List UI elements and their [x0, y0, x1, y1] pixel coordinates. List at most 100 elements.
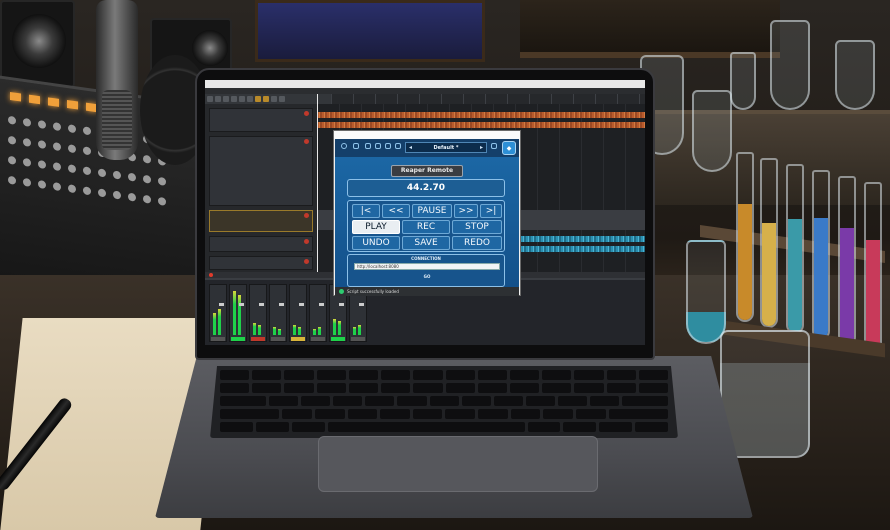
save-preset-icon[interactable] — [491, 143, 497, 149]
go-to-start-button[interactable]: |< — [352, 204, 380, 218]
timeline-ruler[interactable] — [331, 94, 645, 104]
blue-flask — [686, 240, 726, 344]
fader-handle[interactable] — [219, 303, 224, 306]
toolbar-icon[interactable] — [263, 96, 269, 102]
toolbar-icon[interactable] — [255, 96, 261, 102]
plugin-statusbar: Script successfully loaded — [335, 287, 519, 296]
redo-icon[interactable] — [375, 143, 381, 149]
toolbar-icon[interactable] — [247, 96, 253, 102]
connection-panel: CONNECTION http://localhost:8080 GO — [347, 254, 505, 287]
settings-icon[interactable] — [353, 143, 359, 149]
mixer-strip[interactable] — [229, 284, 247, 342]
plugin-logo-icon: ◆ — [502, 141, 516, 155]
mixer-strip[interactable] — [289, 284, 307, 342]
track-header[interactable] — [209, 210, 313, 232]
audio-item[interactable] — [317, 112, 645, 118]
daw-titlebar — [205, 80, 645, 88]
rewind-button[interactable]: << — [382, 204, 410, 218]
daw-toolbar — [205, 94, 331, 104]
track-header[interactable] — [209, 136, 313, 206]
record-indicator-icon — [209, 273, 213, 277]
audio-item[interactable] — [521, 246, 645, 252]
track-control-panel — [205, 104, 317, 272]
plugin-toolbar: ◂ Default * ▸ ◆ — [335, 139, 519, 157]
go-to-end-button[interactable]: >| — [480, 204, 502, 218]
toolbar-icon[interactable] — [279, 96, 285, 102]
fader-handle[interactable] — [239, 303, 244, 306]
toolbar-icon[interactable] — [207, 96, 213, 102]
water-beaker — [720, 330, 810, 458]
plugin-titlebar[interactable] — [334, 131, 520, 139]
record-arm-icon[interactable] — [304, 239, 309, 244]
toolbar-icon[interactable] — [271, 96, 277, 102]
studio-microphone — [96, 0, 138, 160]
mixer-strip[interactable] — [269, 284, 287, 342]
fader-handle[interactable] — [339, 303, 344, 306]
connect-button[interactable]: GO — [414, 273, 440, 281]
mixer-strip[interactable] — [209, 284, 227, 342]
preset-name: Default * — [433, 145, 459, 151]
undo-icon[interactable] — [365, 143, 371, 149]
erlenmeyer-flask — [770, 20, 810, 110]
fader-handle[interactable] — [319, 303, 324, 306]
save-button[interactable]: SAVE — [402, 236, 450, 250]
panel-title: Reaper Remote — [391, 165, 463, 177]
record-arm-icon[interactable] — [304, 139, 309, 144]
play-button[interactable]: PLAY — [352, 220, 400, 234]
stop-button[interactable]: STOP — [452, 220, 502, 234]
test-tube — [838, 176, 856, 346]
audio-item[interactable] — [317, 122, 645, 128]
record-arm-icon[interactable] — [304, 259, 309, 264]
track-header[interactable] — [209, 108, 313, 132]
position-display: 44.2.70 — [347, 179, 505, 197]
erlenmeyer-flask — [692, 90, 732, 172]
toolbar-icon[interactable] — [239, 96, 245, 102]
test-tube — [786, 164, 804, 334]
status-message: Script successfully loaded — [347, 289, 399, 294]
undo-button[interactable]: UNDO — [352, 236, 400, 250]
preset-next-icon[interactable]: ▸ — [480, 143, 483, 153]
toolbar-icon[interactable] — [223, 96, 229, 102]
laptop-keyboard — [210, 366, 678, 438]
laptop-screen: ◂ Default * ▸ ◆ Reaper Remote 44.2.70 |<… — [205, 80, 645, 345]
glass-bottle — [835, 40, 875, 110]
pause-button[interactable]: PAUSE — [412, 204, 452, 218]
studio-monitor-left — [0, 0, 75, 88]
fader-handle[interactable] — [359, 303, 364, 306]
test-tube — [760, 158, 778, 328]
record-arm-icon[interactable] — [304, 213, 309, 218]
track-header[interactable] — [209, 256, 313, 270]
preset-selector[interactable]: ◂ Default * ▸ — [405, 142, 487, 153]
connection-url-input[interactable]: http://localhost:8080 — [354, 263, 500, 270]
toolbar-icon[interactable] — [215, 96, 221, 102]
redo-button[interactable]: REDO — [452, 236, 502, 250]
toolbar-icon[interactable] — [231, 96, 237, 102]
fast-forward-button[interactable]: >> — [454, 204, 478, 218]
erlenmeyer-flask — [730, 52, 756, 110]
status-ok-icon — [339, 289, 344, 294]
audio-item[interactable] — [521, 236, 645, 242]
fader-handle[interactable] — [299, 303, 304, 306]
mixer-strip[interactable] — [309, 284, 327, 342]
record-button[interactable]: REC — [402, 220, 450, 234]
mixer-strip[interactable] — [249, 284, 267, 342]
reaper-remote-panel: ◂ Default * ▸ ◆ Reaper Remote 44.2.70 |<… — [335, 139, 519, 287]
fader-handle[interactable] — [279, 303, 284, 306]
laptop-trackpad — [318, 436, 598, 492]
test-tube — [812, 170, 830, 340]
test-tube — [736, 152, 754, 322]
fader-handle[interactable] — [259, 303, 264, 306]
track-header[interactable] — [209, 236, 313, 252]
background-shelf — [520, 0, 780, 58]
test-tube — [864, 182, 882, 352]
copy-icon[interactable] — [385, 143, 391, 149]
console-leds — [10, 91, 97, 113]
transport-controls: |< << PAUSE >> >| PLAY REC STOP UNDO SAV… — [347, 200, 505, 252]
power-icon[interactable] — [341, 143, 347, 149]
record-arm-icon[interactable] — [304, 111, 309, 116]
connection-label: CONNECTION — [411, 256, 441, 261]
background-window — [255, 0, 485, 62]
playhead[interactable] — [317, 94, 318, 272]
plugin-window: ◂ Default * ▸ ◆ Reaper Remote 44.2.70 |<… — [333, 130, 521, 296]
paste-icon[interactable] — [395, 143, 401, 149]
